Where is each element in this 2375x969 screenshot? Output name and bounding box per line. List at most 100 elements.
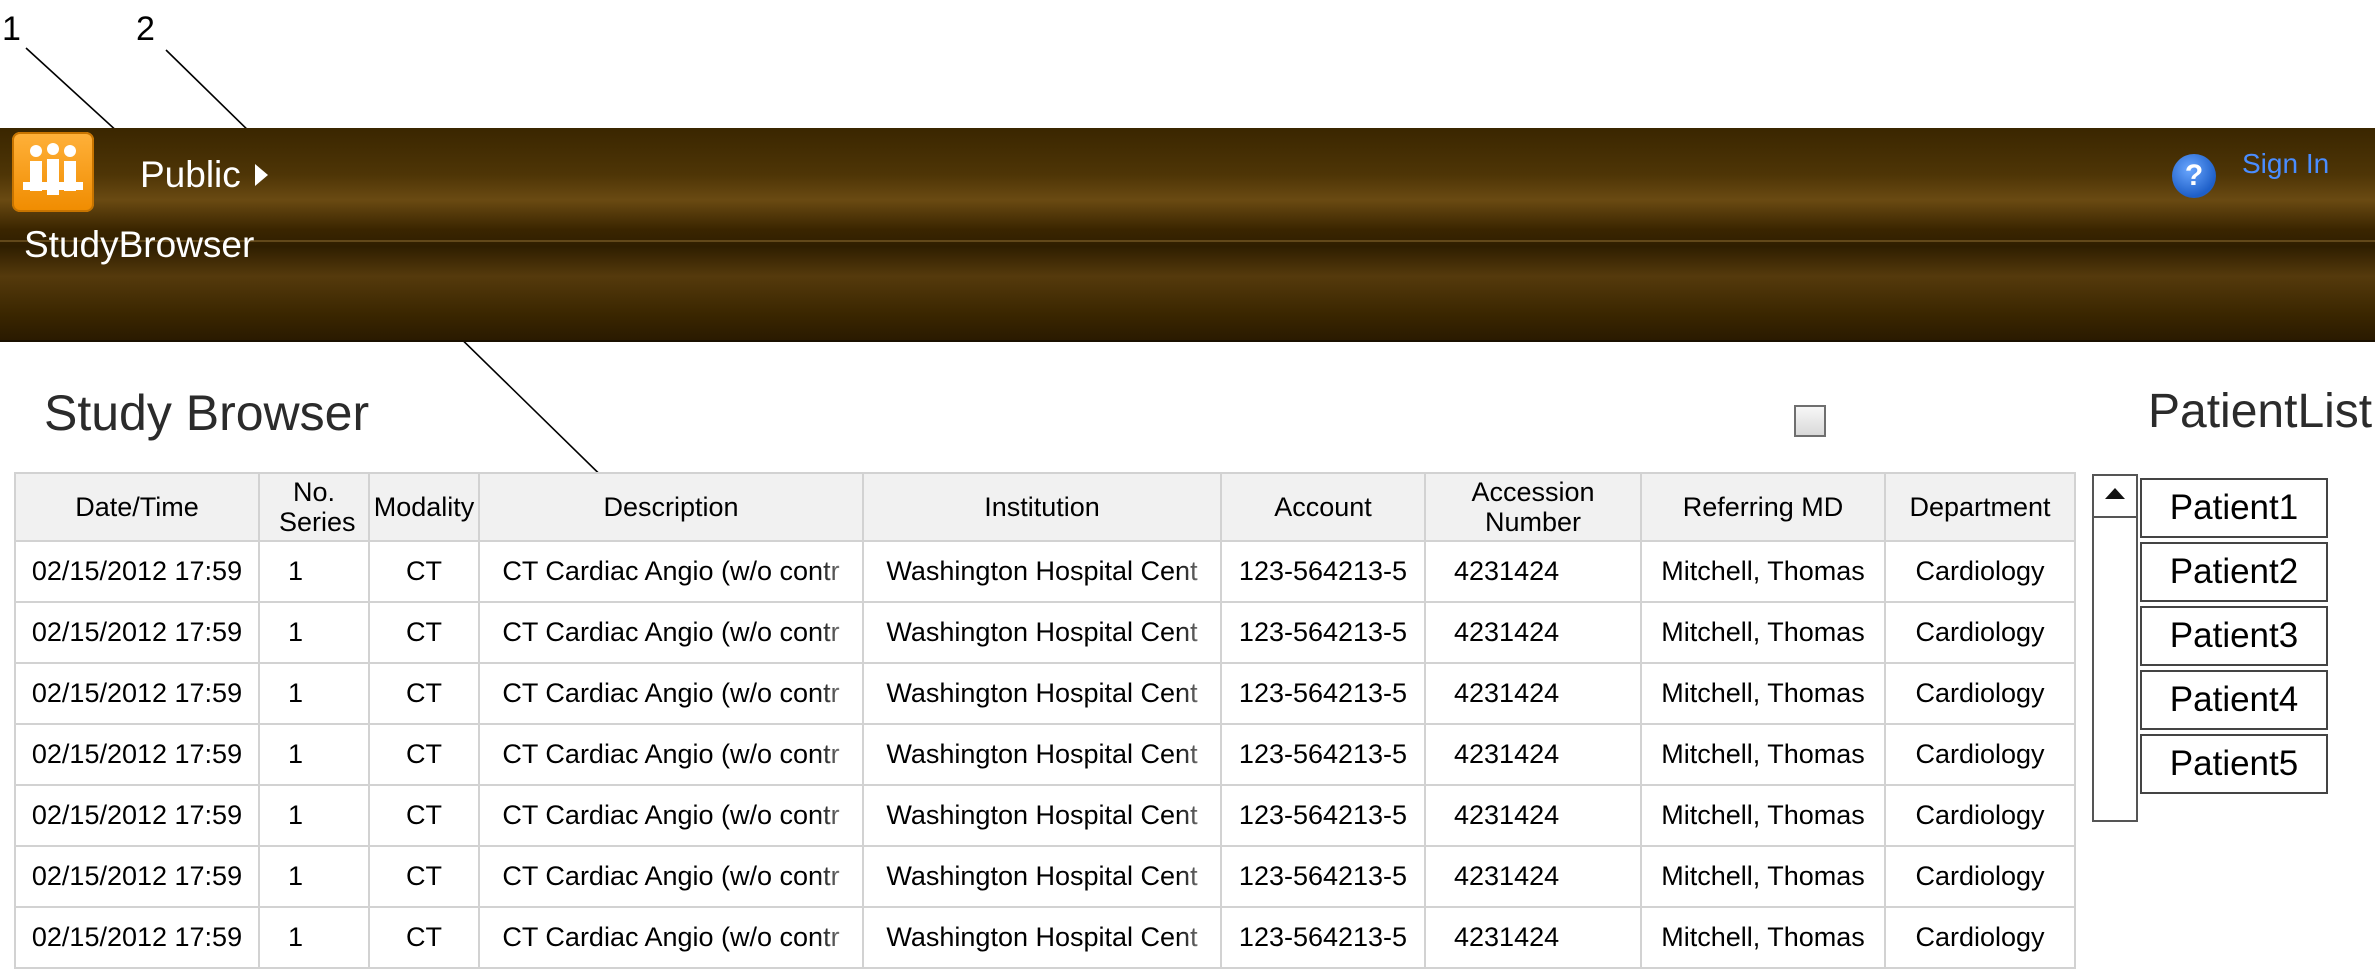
triangle-right-icon: [254, 164, 268, 186]
breadcrumb-public[interactable]: Public: [140, 154, 268, 196]
cell-account: 123-564213-5: [1220, 784, 1426, 847]
table-row[interactable]: 02/15/2012 17:59 1 CT CT Cardiac Angio (w/o…: [14, 540, 2076, 603]
patient-list-item[interactable]: Patient4: [2140, 670, 2328, 730]
cell-no-series: 1: [258, 723, 370, 786]
cell-accession-number-text: 4231424: [1454, 861, 1560, 891]
cell-institution-text: Washington Hospital Cent: [886, 861, 1198, 891]
cell-date-time: 02/15/2012 17:59: [14, 601, 260, 664]
cell-modality-text: CT: [406, 861, 442, 891]
column-header-description[interactable]: Description: [478, 472, 864, 542]
cell-institution: Washington Hospital Cent: [862, 540, 1222, 603]
table-row[interactable]: 02/15/2012 17:59 1 CT CT Cardiac Angio (w/o…: [14, 662, 2076, 725]
cell-description-text: CT Cardiac Angio (w/o contr: [502, 617, 840, 647]
cell-description-text: CT Cardiac Angio (w/o contr: [502, 800, 840, 830]
cell-account-text: 123-564213-5: [1238, 556, 1408, 586]
cell-institution-text: Washington Hospital Cent: [886, 617, 1198, 647]
cell-institution: Washington Hospital Cent: [862, 845, 1222, 908]
column-header-referring-md[interactable]: Referring MD: [1640, 472, 1886, 542]
cell-accession-number-text: 4231424: [1454, 617, 1560, 647]
column-header-date-time[interactable]: Date/Time: [14, 472, 260, 542]
patient-list-item[interactable]: Patient3: [2140, 606, 2328, 666]
cell-no-series-text: 1: [288, 861, 304, 891]
patient-list-item[interactable]: Patient5: [2140, 734, 2328, 794]
cell-referring-md-text: Mitchell, Thomas: [1661, 922, 1865, 952]
cell-department: Cardiology: [1884, 906, 2076, 969]
cell-referring-md-text: Mitchell, Thomas: [1661, 678, 1865, 708]
cell-account-text: 123-564213-5: [1238, 617, 1408, 647]
cell-institution: Washington Hospital Cent: [862, 723, 1222, 786]
study-table: Date/Time No. Series Modality Descriptio…: [14, 472, 2076, 969]
cell-account: 123-564213-5: [1220, 540, 1426, 603]
cell-date-time-text: 02/15/2012 17:59: [31, 678, 243, 708]
patient-list-item[interactable]: Patient1: [2140, 478, 2328, 538]
cell-no-series: 1: [258, 601, 370, 664]
cell-referring-md: Mitchell, Thomas: [1640, 662, 1886, 725]
cell-date-time: 02/15/2012 17:59: [14, 784, 260, 847]
cell-accession-number: 4231424: [1424, 662, 1642, 725]
table-row[interactable]: 02/15/2012 17:59 1 CT CT Cardiac Angio (w/o…: [14, 723, 2076, 786]
patient-list-scrollbar[interactable]: [2092, 474, 2138, 822]
cell-institution-text: Washington Hospital Cent: [886, 922, 1198, 952]
column-header-department[interactable]: Department: [1884, 472, 2076, 542]
triangle-up-icon[interactable]: [2094, 476, 2136, 518]
question-circle-icon[interactable]: ?: [2172, 154, 2216, 198]
cell-no-series-text: 1: [288, 739, 304, 769]
patient-list-item[interactable]: Patient2: [2140, 542, 2328, 602]
header-bar: Public StudyBrowser ? Sign In: [0, 128, 2375, 342]
table-row[interactable]: 02/15/2012 17:59 1 CT CT Cardiac Angio (w/o…: [14, 906, 2076, 969]
cell-date-time: 02/15/2012 17:59: [14, 906, 260, 969]
cell-modality: CT: [368, 601, 480, 664]
column-header-no-series[interactable]: No. Series: [258, 472, 370, 542]
cell-account-text: 123-564213-5: [1238, 861, 1408, 891]
cell-description-text: CT Cardiac Angio (w/o contr: [502, 556, 840, 586]
people-group-icon[interactable]: [12, 132, 94, 212]
cell-account: 123-564213-5: [1220, 723, 1426, 786]
cell-date-time-text: 02/15/2012 17:59: [31, 861, 243, 891]
cell-modality-text: CT: [406, 678, 442, 708]
column-header-accession-number[interactable]: Accession Number: [1424, 472, 1642, 542]
table-row[interactable]: 02/15/2012 17:59 1 CT CT Cardiac Angio (w/o…: [14, 601, 2076, 664]
cell-description: CT Cardiac Angio (w/o contr: [478, 845, 864, 908]
cell-date-time-text: 02/15/2012 17:59: [31, 617, 243, 647]
cell-institution: Washington Hospital Cent: [862, 601, 1222, 664]
table-row[interactable]: 02/15/2012 17:59 1 CT CT Cardiac Angio (w/o…: [14, 845, 2076, 908]
cell-accession-number-text: 4231424: [1454, 739, 1560, 769]
column-header-institution[interactable]: Institution: [862, 472, 1222, 542]
cell-date-time-text: 02/15/2012 17:59: [31, 556, 243, 586]
cell-description-text: CT Cardiac Angio (w/o contr: [502, 922, 840, 952]
cell-date-time-text: 02/15/2012 17:59: [31, 800, 243, 830]
cell-account-text: 123-564213-5: [1238, 922, 1408, 952]
header-divider: [0, 240, 2375, 242]
cell-no-series: 1: [258, 784, 370, 847]
select-checkbox[interactable]: [1794, 405, 1826, 437]
cell-date-time: 02/15/2012 17:59: [14, 540, 260, 603]
cell-referring-md-text: Mitchell, Thomas: [1661, 800, 1865, 830]
cell-modality: CT: [368, 906, 480, 969]
callout-leader-1: [25, 47, 121, 135]
cell-institution-text: Washington Hospital Cent: [886, 556, 1198, 586]
cell-accession-number: 4231424: [1424, 906, 1642, 969]
cell-institution: Washington Hospital Cent: [862, 662, 1222, 725]
cell-department: Cardiology: [1884, 723, 2076, 786]
cell-description: CT Cardiac Angio (w/o contr: [478, 540, 864, 603]
cell-department-text: Cardiology: [1915, 861, 2045, 891]
cell-referring-md-text: Mitchell, Thomas: [1661, 861, 1865, 891]
column-header-accession-label: Accession Number: [1471, 477, 1595, 537]
cell-referring-md: Mitchell, Thomas: [1640, 906, 1886, 969]
table-row[interactable]: 02/15/2012 17:59 1 CT CT Cardiac Angio (w/o…: [14, 784, 2076, 847]
sign-in-link[interactable]: Sign In: [2242, 148, 2329, 180]
column-header-account[interactable]: Account: [1220, 472, 1426, 542]
cell-account: 123-564213-5: [1220, 845, 1426, 908]
cell-accession-number: 4231424: [1424, 601, 1642, 664]
patient-list-title: PatientList: [2148, 385, 2373, 438]
cell-department: Cardiology: [1884, 662, 2076, 725]
column-header-modality[interactable]: Modality: [368, 472, 480, 542]
cell-description: CT Cardiac Angio (w/o contr: [478, 662, 864, 725]
cell-department-text: Cardiology: [1915, 678, 2045, 708]
cell-modality: CT: [368, 784, 480, 847]
cell-account: 123-564213-5: [1220, 906, 1426, 969]
cell-modality: CT: [368, 845, 480, 908]
cell-institution-text: Washington Hospital Cent: [886, 739, 1198, 769]
cell-referring-md: Mitchell, Thomas: [1640, 784, 1886, 847]
breadcrumb-label: Public: [140, 154, 241, 195]
